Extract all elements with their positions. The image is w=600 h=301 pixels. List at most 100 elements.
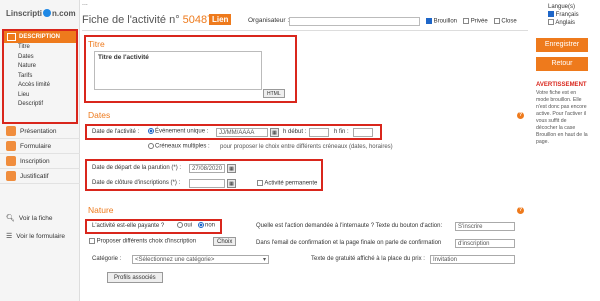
top-ellipsis: ... [82, 0, 88, 7]
date-activite-input[interactable]: JJ/MM/AAAA [216, 128, 268, 137]
enregistrer-button[interactable]: Enregistrer [536, 38, 588, 52]
sidebar-item-titre[interactable]: Titre [4, 43, 76, 53]
h-fin-input[interactable] [353, 128, 373, 137]
voir-fiche-link[interactable]: 🔍︎ Voir la fiche [6, 214, 53, 223]
payante-label: L'activité est-elle payante ? [92, 223, 165, 229]
sidebar-item-descriptif[interactable]: Descriptif [4, 100, 76, 110]
dates-help-icon[interactable]: ? [517, 112, 524, 119]
oui-option[interactable]: oui [177, 222, 192, 229]
retour-button[interactable]: Retour [536, 57, 588, 71]
search-icon: 🔍︎ [6, 215, 15, 222]
nature-help-icon[interactable]: ? [517, 207, 524, 214]
justificatif-label: Justificatif [20, 172, 49, 180]
non-label: non [205, 222, 216, 229]
creneaux-hint: pour proposer le choix entre différents … [220, 144, 393, 150]
titre-textarea[interactable]: Titre de l'activité [94, 51, 262, 90]
voir-formulaire-link[interactable]: ☰ Voir le formulaire [6, 232, 66, 241]
brouillon-label: Brouillon [433, 18, 458, 25]
brouillon-checkbox[interactable] [426, 18, 432, 24]
date-activite-label: Date de l'activité : [92, 129, 140, 135]
privee-toggle[interactable]: Privée [463, 18, 488, 25]
privee-checkbox[interactable] [463, 18, 470, 24]
logo[interactable]: Linscripti n.com [0, 0, 79, 26]
action-input[interactable]: S'inscrire [455, 222, 515, 231]
formulaire-icon [6, 141, 16, 151]
lien-button[interactable]: Lien [209, 14, 232, 25]
langue-box: Langue(s) Français Anglais [548, 3, 579, 27]
langue-fr[interactable]: Français [548, 11, 579, 19]
brouillon-toggle[interactable]: Brouillon [426, 18, 457, 25]
action-label: Quelle est l'action demandée à l'interna… [256, 223, 443, 229]
html-button[interactable]: HTML [263, 89, 285, 98]
privee-label: Privée [470, 18, 488, 25]
status-toggles: Brouillon Privée Close [426, 18, 517, 25]
sidebar-item-inscription[interactable]: Inscription [0, 154, 80, 169]
evenement-unique-option[interactable]: Événement unique : [148, 128, 208, 135]
sidebar-item-justificatif[interactable]: Justificatif [0, 169, 80, 184]
langue-en[interactable]: Anglais [548, 19, 579, 27]
h-debut-input[interactable] [309, 128, 329, 137]
inscription-icon [6, 156, 16, 166]
choix-button[interactable]: Choix [213, 237, 237, 246]
sidebar-item-lieu[interactable]: Lieu [4, 91, 76, 101]
fr-checkbox[interactable] [548, 11, 554, 18]
cloture-label: Date de clôture d'inscriptions (*) : [92, 180, 181, 186]
gratuite-label: Texte de gratuité affiché à la place du … [311, 256, 425, 262]
sidebar-item-nature[interactable]: Nature [4, 62, 76, 72]
calendar-icon[interactable]: ▦ [270, 128, 279, 137]
close-label: Close [501, 18, 517, 25]
close-checkbox[interactable] [493, 18, 500, 24]
sidebar-item-tarifs[interactable]: Tarifs [4, 72, 76, 82]
non-option[interactable]: non [198, 222, 215, 229]
langue-label: Langue(s) [548, 4, 576, 10]
sidebar-item-formulaire[interactable]: Formulaire [0, 139, 80, 154]
proposer-checkbox[interactable] [89, 238, 95, 244]
evenement-unique-radio[interactable] [148, 128, 154, 134]
depart-input[interactable]: 27/08/2020 [189, 164, 225, 173]
sidebar-item-dates[interactable]: Dates [4, 53, 76, 63]
title-prefix: Fiche de l'activité n° [82, 14, 180, 26]
email-input[interactable]: d'inscription [455, 239, 515, 248]
profils-button[interactable]: Profils associés [107, 272, 163, 283]
en-checkbox[interactable] [548, 19, 554, 26]
logo-mark [43, 9, 52, 17]
oui-radio[interactable] [177, 222, 183, 228]
warning-text: Votre fiche est en mode brouillon. Elle … [536, 90, 588, 145]
titre-section-title: Titre [88, 39, 105, 49]
voir-formulaire-label: Voir le formulaire [16, 232, 66, 240]
non-radio[interactable] [198, 222, 204, 228]
logo-text-left: Linscripti [6, 8, 43, 18]
page-title: Fiche de l'activité n° 50487 [82, 14, 213, 26]
presentation-icon [6, 126, 16, 136]
creneaux-radio[interactable] [148, 143, 154, 149]
h-debut-label: h début : [283, 129, 307, 135]
evenement-unique-label: Événement unique : [155, 128, 209, 135]
depart-calendar-icon[interactable]: ▦ [227, 164, 236, 173]
organisateur-input[interactable] [289, 17, 420, 26]
proposer-option[interactable]: Proposer différents choix d'inscription [89, 238, 196, 245]
sidebar: Linscripti n.com DESCRIPTION Titre Dates … [0, 0, 80, 301]
description-icon [7, 33, 16, 41]
h-fin-label: h fin : [334, 129, 349, 135]
en-label: Anglais [555, 20, 576, 26]
creneaux-option[interactable]: Créneaux multiples : [148, 143, 210, 150]
permanente-checkbox[interactable] [257, 180, 263, 186]
form-icon: ☰ [6, 233, 13, 240]
fr-label: Français [555, 12, 579, 18]
sidebar-item-presentation[interactable]: Présentation [0, 124, 80, 139]
close-toggle[interactable]: Close [493, 18, 517, 25]
organisateur-label: Organisateur : [248, 17, 290, 24]
creneaux-label: Créneaux multiples : [155, 143, 210, 150]
categorie-select[interactable]: <Sélectionnez une catégorie> ▾ [132, 255, 269, 264]
cloture-calendar-icon[interactable]: ▦ [227, 179, 236, 188]
email-label: Dans l'email de confirmation et la page … [256, 240, 442, 246]
gratuite-input[interactable]: Invitation [430, 255, 515, 264]
description-header[interactable]: DESCRIPTION [4, 31, 76, 43]
cloture-input[interactable] [189, 179, 225, 188]
nature-section-title: Nature [88, 205, 114, 215]
sidebar-item-acces-limite[interactable]: Accès limité [4, 81, 76, 91]
permanente-option[interactable]: Activité permanente [257, 180, 317, 187]
presentation-label: Présentation [20, 127, 57, 135]
categorie-value: <Sélectionnez une catégorie> [135, 257, 215, 263]
justificatif-icon [6, 171, 16, 181]
